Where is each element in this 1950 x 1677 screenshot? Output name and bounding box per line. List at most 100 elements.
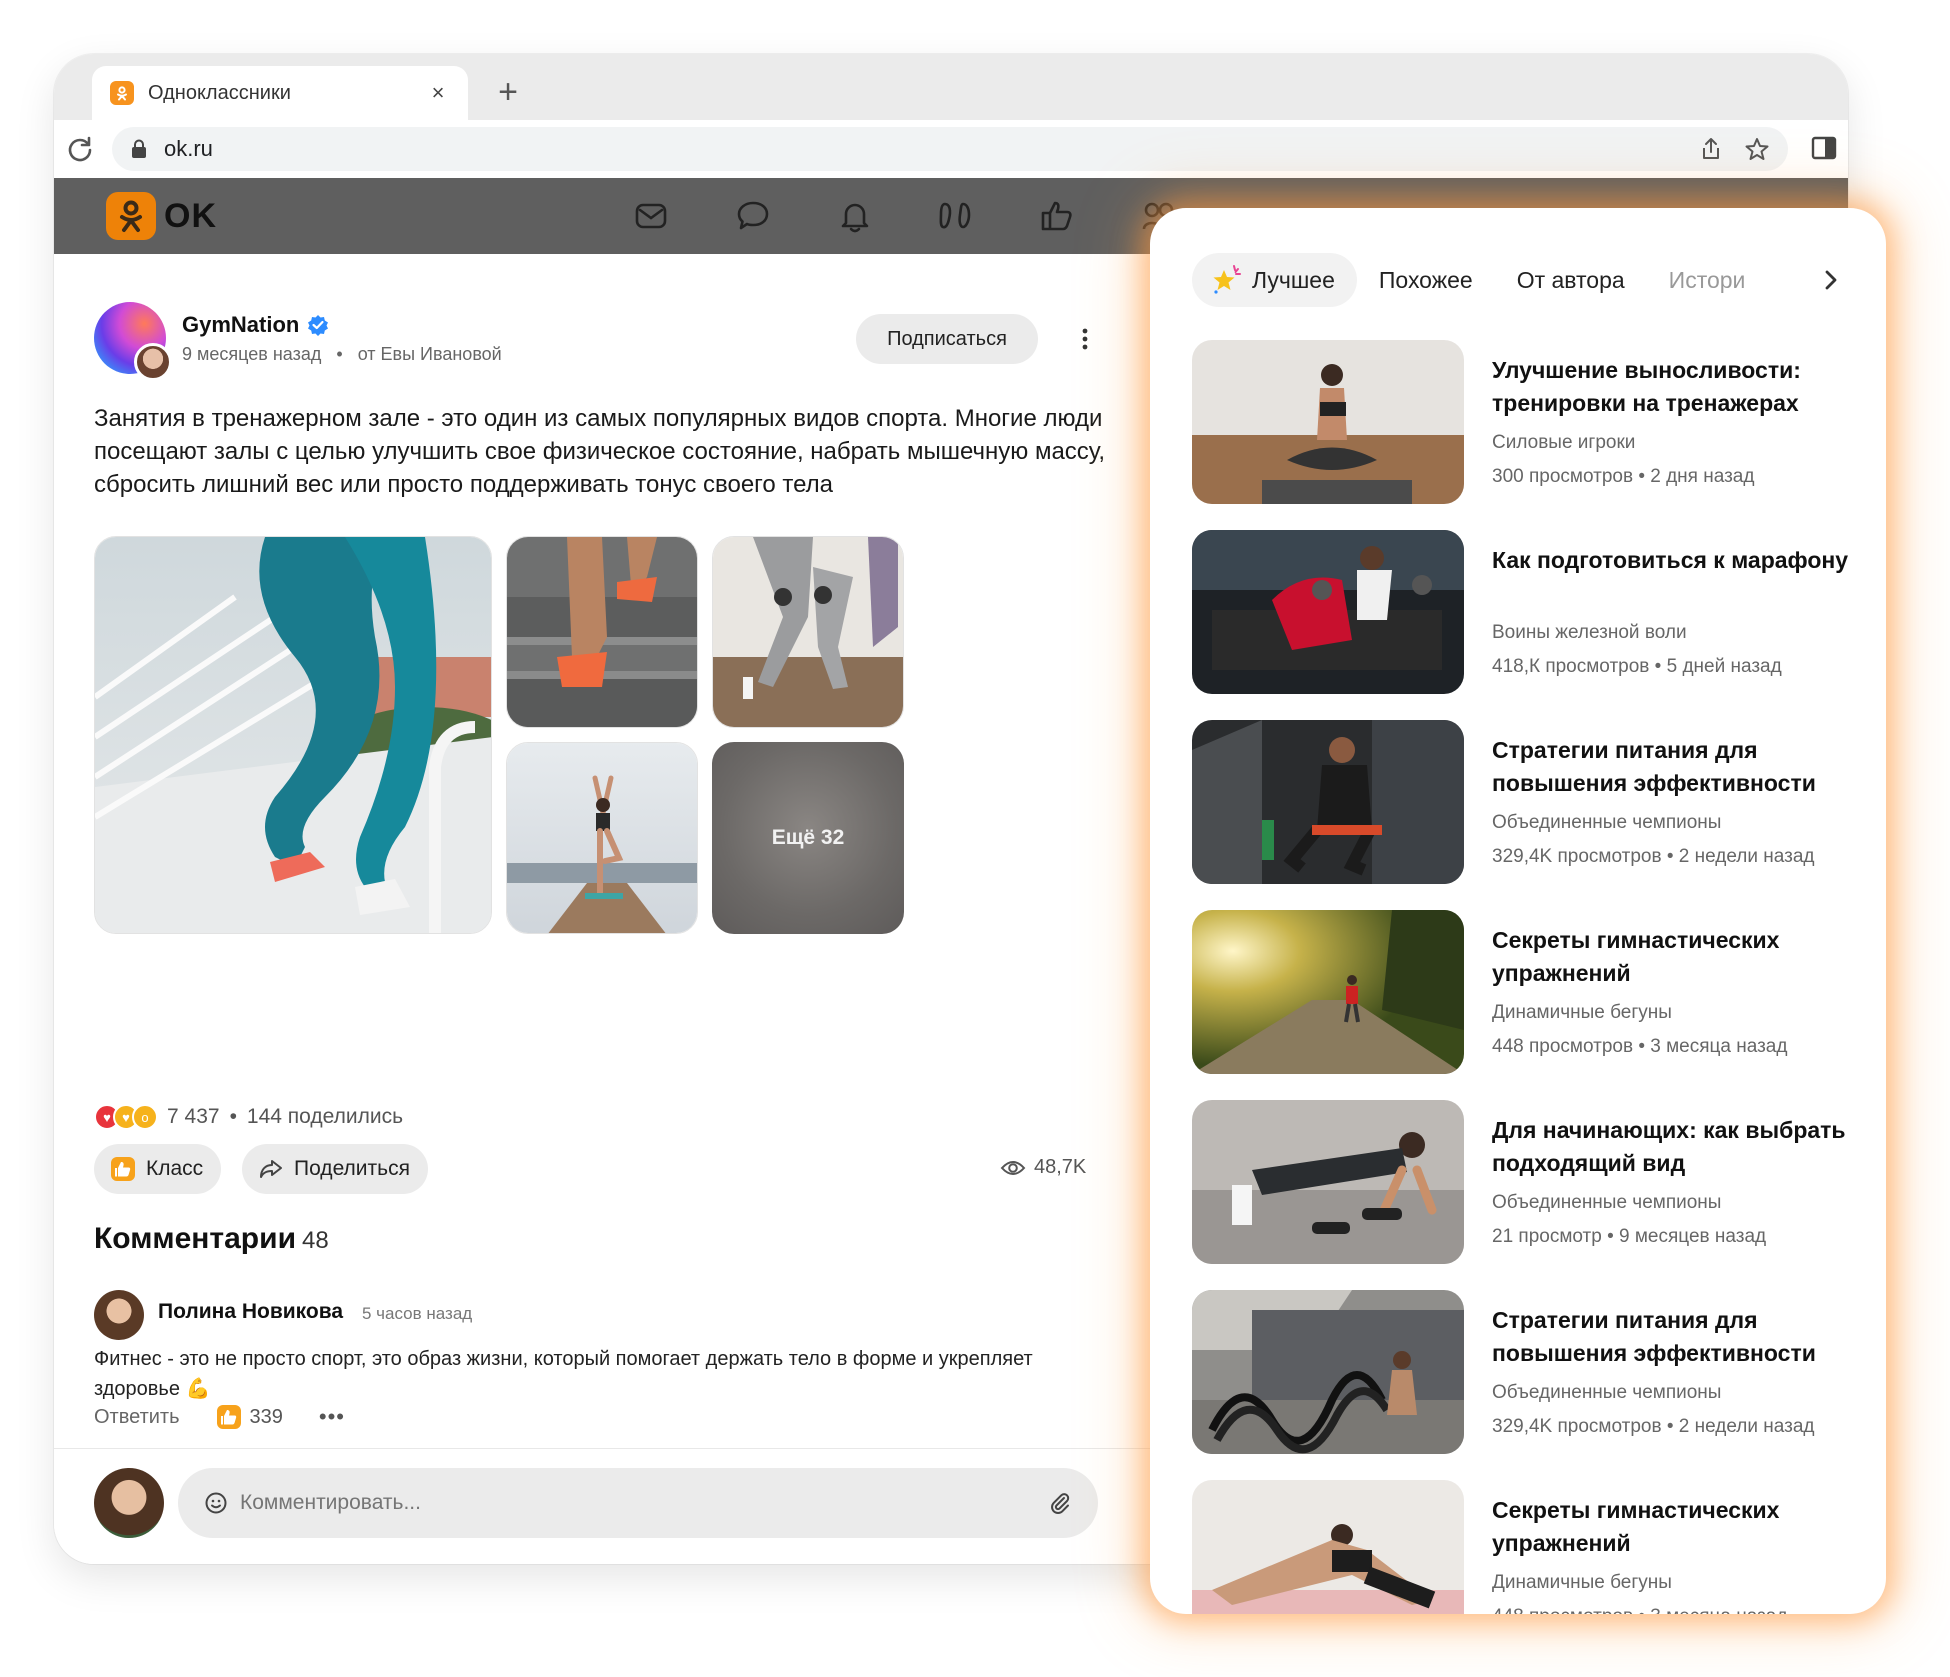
- post-author: GymNation: [182, 312, 329, 338]
- video-channel[interactable]: Силовые игроки: [1492, 432, 1635, 454]
- video-title[interactable]: Стратегии питания для повышения эффектив…: [1492, 1304, 1852, 1370]
- browser-tab[interactable]: Одноклассники ×: [92, 66, 468, 120]
- ok-favicon-icon: [110, 81, 134, 105]
- thumbs-up-icon: [111, 1157, 135, 1181]
- video-thumbnail[interactable]: [1192, 1290, 1464, 1454]
- tab-similar[interactable]: Похожее: [1357, 253, 1495, 307]
- recommendation-tabs: Лучшее Похожее От автора Истори: [1192, 252, 1846, 308]
- post-text: Занятия в тренажерном зале - это один из…: [94, 405, 1106, 498]
- views-count: 48,7K: [1034, 1156, 1087, 1178]
- video-thumbnail[interactable]: [1192, 720, 1464, 884]
- video-channel[interactable]: Динамичные бегуны: [1492, 1002, 1672, 1024]
- url-text: ok.ru: [164, 136, 213, 161]
- recommendation-item[interactable]: Для начинающих: как выбрать подходящий в…: [1192, 1100, 1852, 1266]
- comment-more-icon[interactable]: •••: [319, 1404, 345, 1430]
- attach-icon[interactable]: [1048, 1491, 1072, 1515]
- post-photo-3[interactable]: [712, 536, 904, 728]
- post-photo-main[interactable]: [94, 536, 492, 934]
- recommendation-item[interactable]: Секреты гимнастических упражнений Динами…: [1192, 1480, 1852, 1614]
- share-label: Поделиться: [294, 1157, 410, 1180]
- post-meta: 9 месяцев назад • от Евы Ивановой: [182, 344, 502, 365]
- views-counter: 48,7K: [1000, 1156, 1086, 1179]
- guests-icon[interactable]: [936, 197, 974, 235]
- video-stats: 21 просмотр • 9 месяцев назад: [1492, 1226, 1767, 1247]
- reaction-emojis: ♥ ♥ o: [94, 1104, 158, 1130]
- like-label: Класс: [146, 1157, 204, 1180]
- subscribe-button[interactable]: Подписаться: [856, 314, 1038, 364]
- like-icon[interactable]: [1038, 197, 1076, 235]
- comment-input-box[interactable]: [178, 1468, 1098, 1538]
- comments-count: 48: [302, 1227, 329, 1254]
- author-avatar[interactable]: [134, 343, 172, 381]
- video-thumbnail[interactable]: [1192, 530, 1464, 694]
- comment-text: Фитнес - это не просто спорт, это образ …: [94, 1348, 1033, 1400]
- post-photo-2[interactable]: [506, 536, 698, 728]
- share-page-icon[interactable]: [1698, 136, 1724, 162]
- video-stats: 300 просмотров • 2 дня назад: [1492, 466, 1755, 487]
- ok-logo[interactable]: OK: [106, 192, 217, 240]
- tab-from-author[interactable]: От автора: [1495, 253, 1647, 307]
- video-title[interactable]: Секреты гимнастических упражнений: [1492, 1494, 1852, 1560]
- side-panel-icon[interactable]: [1810, 134, 1838, 162]
- bookmark-star-icon[interactable]: [1744, 136, 1770, 162]
- video-stats: 418,К просмотров • 5 дней назад: [1492, 656, 1782, 677]
- comments-title: Комментарии: [94, 1222, 297, 1255]
- tab-history[interactable]: Истори: [1647, 253, 1747, 307]
- comment-like-count: 339: [249, 1405, 283, 1428]
- video-stats: 329,4K просмотров • 2 недели назад: [1492, 846, 1815, 867]
- video-thumbnail[interactable]: [1192, 910, 1464, 1074]
- recommendation-item[interactable]: Стратегии питания для повышения эффектив…: [1192, 1290, 1852, 1456]
- video-stats: 329,4K просмотров • 2 недели назад: [1492, 1416, 1815, 1437]
- video-title[interactable]: Улучшение выносливости: тренировки на тр…: [1492, 354, 1852, 420]
- video-channel[interactable]: Динамичные бегуны: [1492, 1572, 1672, 1594]
- current-user-avatar[interactable]: [94, 1468, 164, 1538]
- bell-icon[interactable]: [836, 197, 874, 235]
- group-name[interactable]: GymNation: [182, 312, 299, 338]
- recommendation-item[interactable]: Секреты гимнастических упражнений Динами…: [1192, 910, 1852, 1076]
- comments-divider: [54, 1448, 1204, 1449]
- video-thumbnail[interactable]: [1192, 1100, 1464, 1264]
- video-title[interactable]: Стратегии питания для повышения эффектив…: [1492, 734, 1852, 800]
- video-channel[interactable]: Воины железной воли: [1492, 622, 1687, 644]
- tab-best[interactable]: Лучшее: [1192, 253, 1357, 307]
- comment-input[interactable]: [240, 1491, 1048, 1515]
- reply-button[interactable]: Ответить: [94, 1406, 180, 1429]
- comment-like-button[interactable]: 339: [216, 1404, 283, 1430]
- recommendation-item[interactable]: Стратегии питания для повышения эффектив…: [1192, 720, 1852, 886]
- comment-actions: Ответить 339 •••: [94, 1404, 345, 1430]
- reload-icon[interactable]: [64, 133, 96, 165]
- commenter-name[interactable]: Полина Новикова: [158, 1300, 343, 1324]
- surprised-reaction-icon: o: [132, 1104, 158, 1130]
- share-button[interactable]: Поделиться: [242, 1144, 428, 1194]
- address-bar[interactable]: ok.ru: [112, 127, 1788, 171]
- video-title[interactable]: Для начинающих: как выбрать подходящий в…: [1492, 1114, 1852, 1180]
- video-thumbnail[interactable]: [1192, 1480, 1464, 1614]
- chat-icon[interactable]: [734, 197, 772, 235]
- chevron-right-icon[interactable]: [1816, 265, 1846, 295]
- video-thumbnail[interactable]: [1192, 340, 1464, 504]
- new-tab-button[interactable]: +: [488, 72, 528, 112]
- tab-close-icon[interactable]: ×: [426, 80, 450, 106]
- recommendations-panel: Лучшее Похожее От автора Истори Улучшени…: [1150, 208, 1886, 1614]
- more-options-icon[interactable]: [1072, 324, 1098, 354]
- recommendation-item[interactable]: Как подготовиться к марафону Воины желез…: [1192, 530, 1852, 696]
- reactions-count: 7 437: [167, 1105, 220, 1128]
- like-button[interactable]: Класс: [94, 1144, 222, 1194]
- video-channel[interactable]: Объединенные чемпионы: [1492, 1382, 1721, 1404]
- video-stats: 448 просмотров • 3 месяца назад: [1492, 1036, 1788, 1057]
- video-channel[interactable]: Объединенные чемпионы: [1492, 812, 1721, 834]
- post-by[interactable]: от Евы Ивановой: [358, 344, 502, 364]
- thumbs-up-icon: [216, 1405, 241, 1429]
- video-channel[interactable]: Объединенные чемпионы: [1492, 1192, 1721, 1214]
- video-title[interactable]: Как подготовиться к марафону: [1492, 544, 1852, 577]
- tab-best-label: Лучшее: [1252, 266, 1335, 293]
- commenter-avatar[interactable]: [94, 1290, 144, 1340]
- recommendation-item[interactable]: Улучшение выносливости: тренировки на тр…: [1192, 340, 1852, 506]
- reactions-summary[interactable]: ♥ ♥ o 7 437 • 144 поделились: [94, 1104, 403, 1130]
- mail-icon[interactable]: [632, 197, 670, 235]
- post-photo-4[interactable]: [506, 742, 698, 934]
- video-title[interactable]: Секреты гимнастических упражнений: [1492, 924, 1852, 990]
- more-photos-tile[interactable]: Ещё 32: [712, 742, 904, 934]
- verified-badge-icon: [308, 315, 329, 336]
- emoji-picker-icon[interactable]: [204, 1491, 228, 1515]
